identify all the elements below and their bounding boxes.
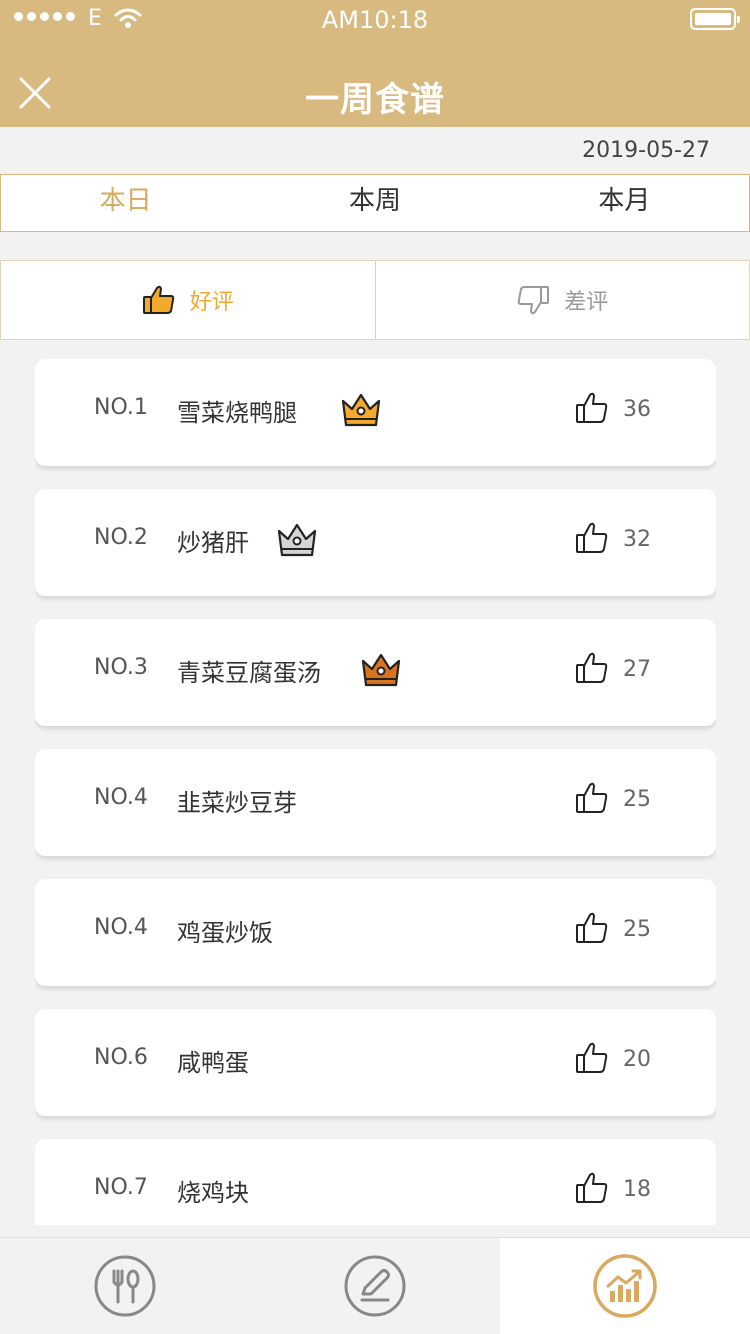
status-time: AM10:18 xyxy=(321,6,429,34)
tab-bad-reviews[interactable]: 差评 xyxy=(374,261,750,339)
dish-card[interactable]: NO.7 烧鸡块 18 xyxy=(35,1139,716,1225)
nav-menu[interactable] xyxy=(0,1238,250,1334)
dish-card[interactable]: NO.2 炒猪肝 32 xyxy=(35,489,716,596)
status-bar: E AM10:18 xyxy=(0,0,750,40)
dish-name: 鸡蛋炒饭 xyxy=(177,919,273,947)
dish-name: 咸鸭蛋 xyxy=(177,1049,249,1077)
dish-card[interactable]: NO.4 韭菜炒豆芽 25 xyxy=(35,749,716,856)
like-count: 20 xyxy=(623,1047,651,1072)
rank-label: NO.7 xyxy=(94,1175,148,1200)
silver-crown-icon xyxy=(277,523,317,557)
bronze-crown-icon xyxy=(361,653,401,687)
like-icon[interactable] xyxy=(575,521,609,555)
like-count: 36 xyxy=(623,397,651,422)
thumbs-up-icon xyxy=(142,285,174,314)
battery-icon xyxy=(690,8,740,30)
rating-tabs: 好评 差评 xyxy=(0,260,750,340)
like-icon[interactable] xyxy=(575,1171,609,1205)
like-count: 32 xyxy=(623,527,651,552)
dish-name: 烧鸡块 xyxy=(177,1179,249,1207)
like-count: 27 xyxy=(623,657,651,682)
bottom-nav xyxy=(0,1237,750,1334)
like-icon[interactable] xyxy=(575,1041,609,1075)
chart-icon xyxy=(593,1254,657,1318)
like-count: 25 xyxy=(623,787,651,812)
header-bar: E AM10:18 一周食谱 xyxy=(0,0,750,127)
nav-ranking[interactable] xyxy=(500,1238,750,1334)
dish-card[interactable]: NO.3 青菜豆腐蛋汤 27 xyxy=(35,619,716,726)
like-icon[interactable] xyxy=(575,391,609,425)
dish-name: 雪菜烧鸭腿 xyxy=(177,399,297,427)
period-tabs: 本日 本周 本月 xyxy=(0,174,750,232)
like-icon[interactable] xyxy=(575,911,609,945)
edit-icon xyxy=(344,1255,406,1317)
dish-ranking-list: NO.1 雪菜烧鸭腿 36 NO.2 炒猪肝 32 NO.3 青菜豆腐蛋汤 27… xyxy=(35,359,716,1225)
page-title: 一周食谱 xyxy=(305,80,445,120)
date-label: 2019-05-27 xyxy=(582,138,710,163)
thumbs-down-icon xyxy=(517,286,550,315)
rank-label: NO.3 xyxy=(94,655,148,680)
like-icon[interactable] xyxy=(575,651,609,685)
dish-name: 炒猪肝 xyxy=(177,529,249,557)
dish-name: 青菜豆腐蛋汤 xyxy=(177,659,321,687)
dish-card[interactable]: NO.1 雪菜烧鸭腿 36 xyxy=(35,359,716,466)
dish-card[interactable]: NO.6 咸鸭蛋 20 xyxy=(35,1009,716,1116)
rank-label: NO.2 xyxy=(94,525,148,550)
tab-good-reviews[interactable]: 好评 xyxy=(1,261,375,339)
tab-week[interactable]: 本周 xyxy=(250,175,499,231)
like-icon[interactable] xyxy=(575,781,609,815)
like-count: 25 xyxy=(623,917,651,942)
tab-today[interactable]: 本日 xyxy=(1,175,250,231)
like-count: 18 xyxy=(623,1177,651,1202)
tab-month[interactable]: 本月 xyxy=(500,175,749,231)
dish-name: 韭菜炒豆芽 xyxy=(177,789,297,817)
rank-label: NO.6 xyxy=(94,1045,148,1070)
good-reviews-label: 好评 xyxy=(189,290,234,315)
bad-reviews-label: 差评 xyxy=(564,290,609,315)
gold-crown-icon xyxy=(341,393,381,427)
rank-label: NO.1 xyxy=(94,395,148,420)
nav-edit[interactable] xyxy=(250,1238,500,1334)
fork-knife-icon xyxy=(94,1255,156,1317)
rank-label: NO.4 xyxy=(94,915,148,940)
rank-label: NO.4 xyxy=(94,785,148,810)
dish-card[interactable]: NO.4 鸡蛋炒饭 25 xyxy=(35,879,716,986)
